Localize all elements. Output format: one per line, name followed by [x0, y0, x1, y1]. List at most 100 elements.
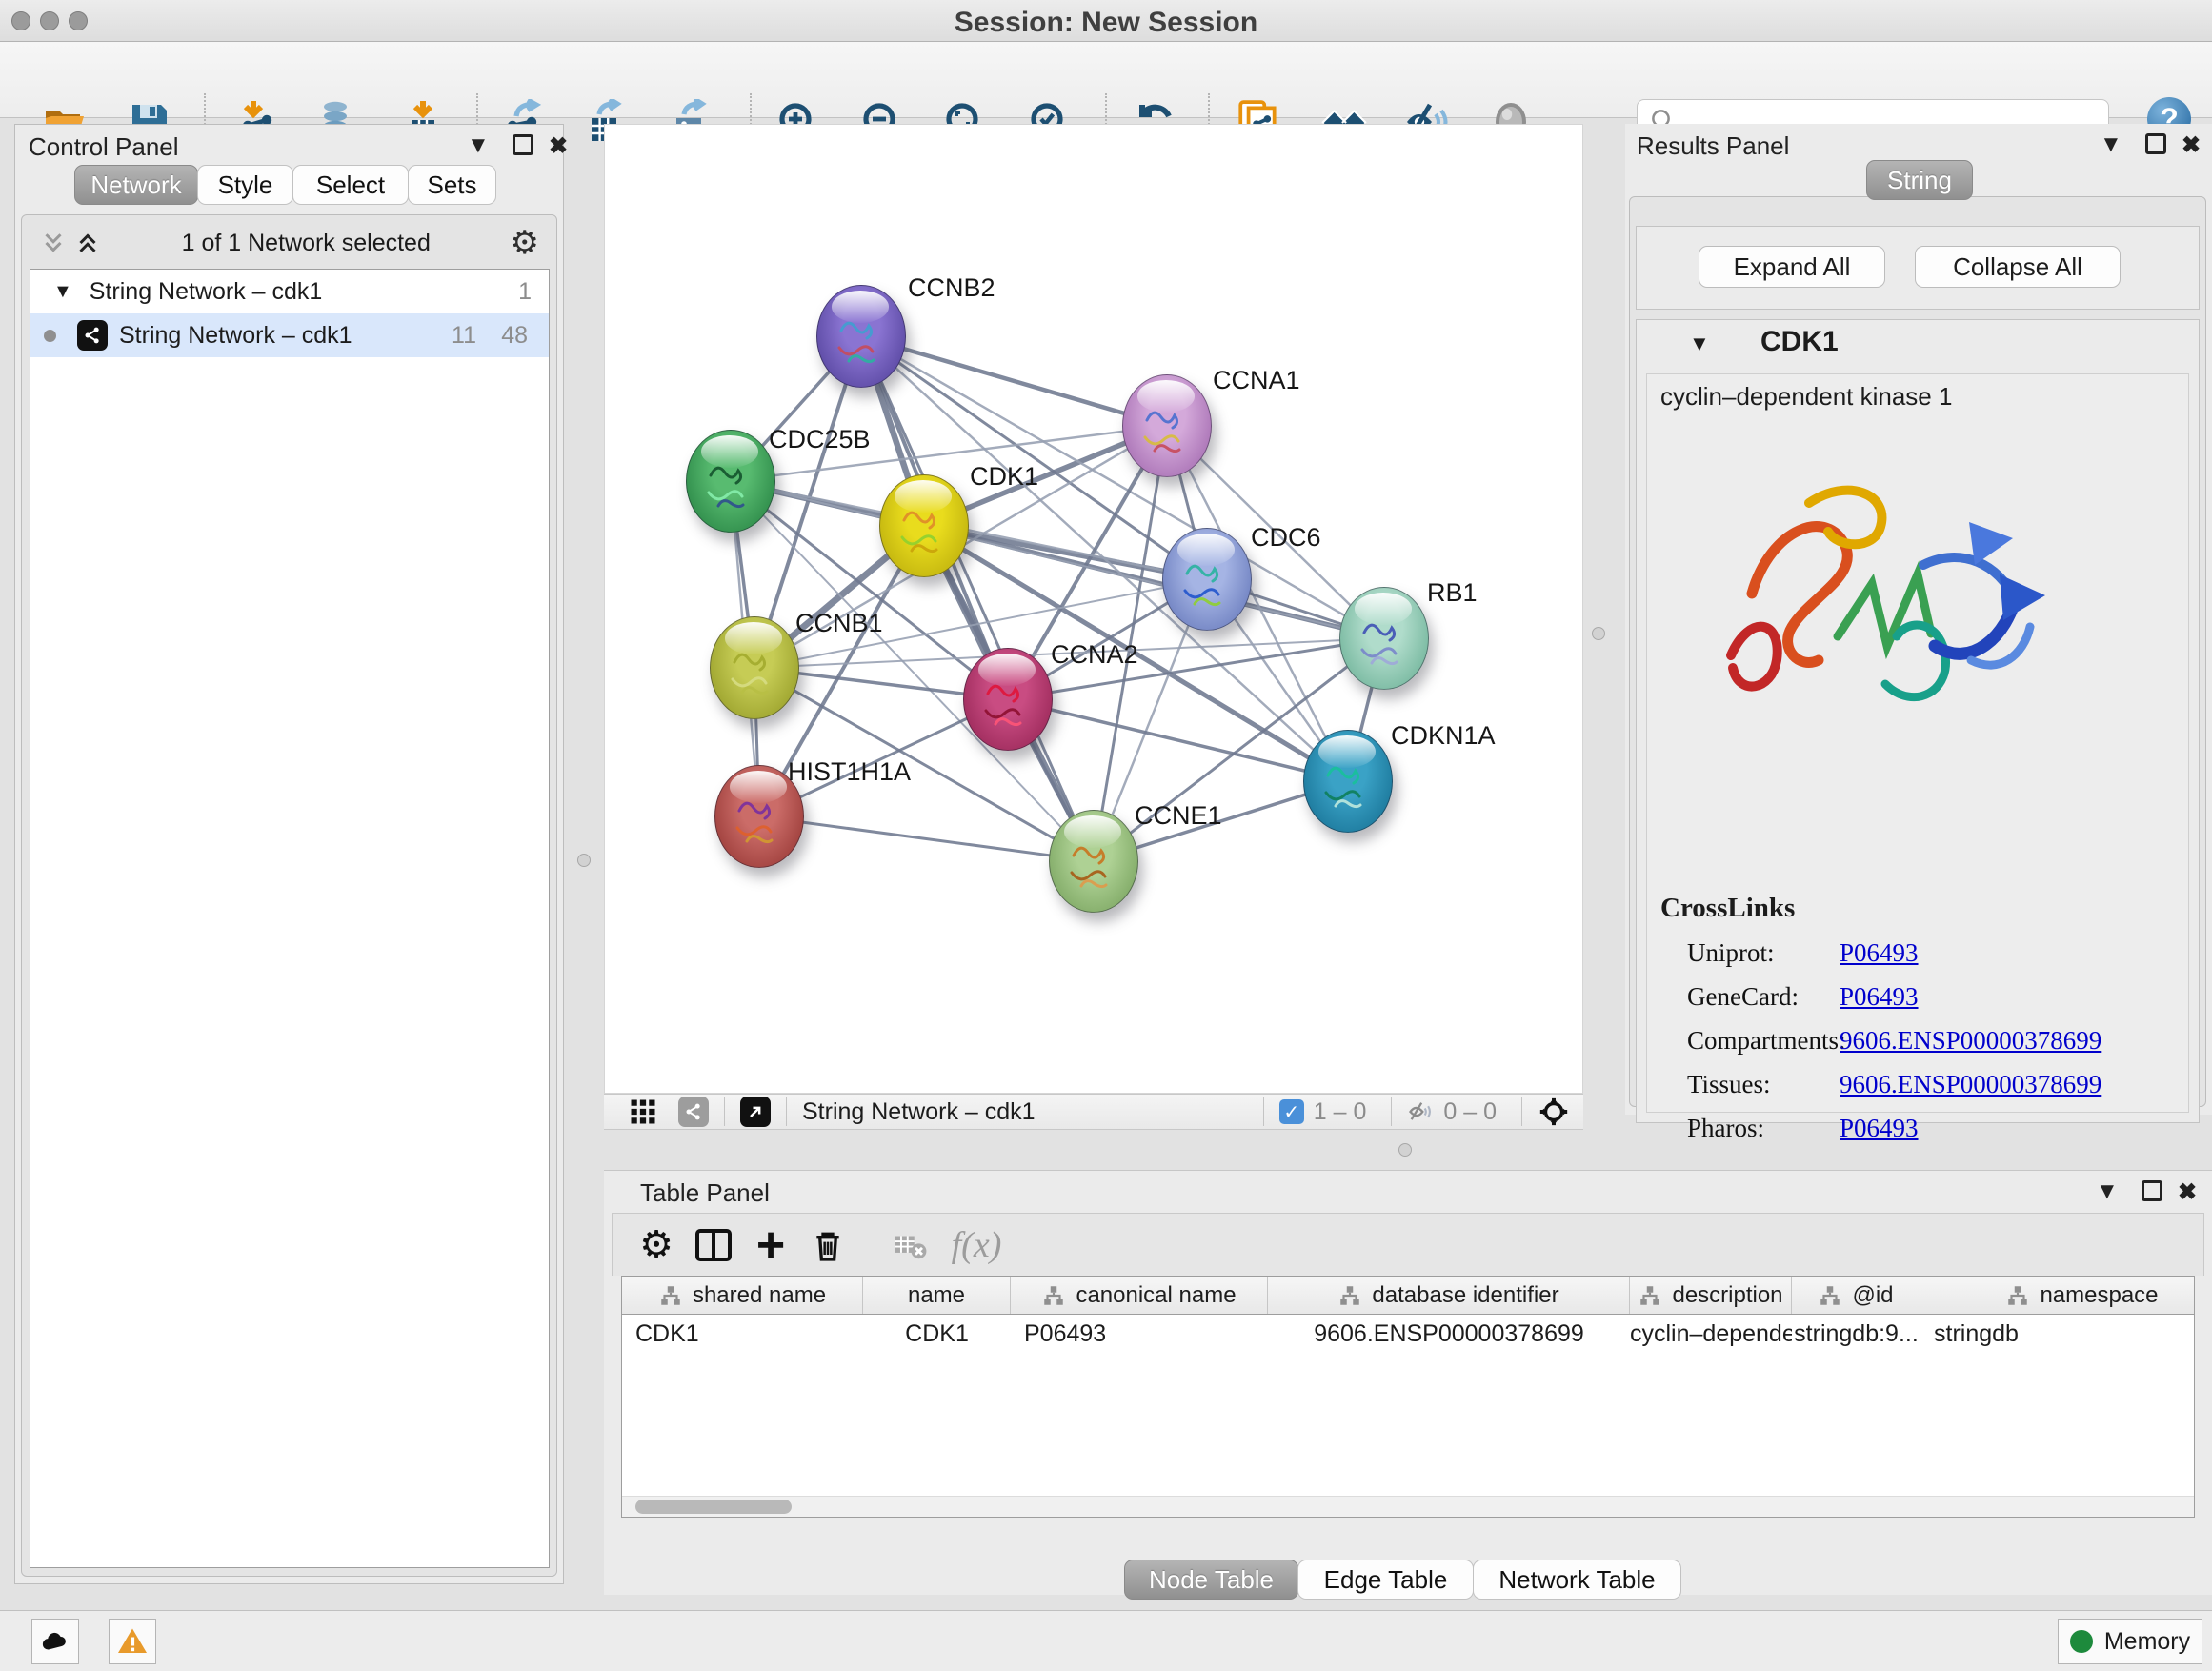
protein-structure-glyph: [699, 454, 764, 521]
protein-structure-glyph: [893, 499, 957, 566]
crosslink-link[interactable]: 9606.ENSP00000378699: [1840, 1026, 2101, 1056]
table-row[interactable]: CDK1CDK1P064939606.ENSP00000378699cyclin…: [622, 1315, 2194, 1353]
control-panel: Control Panel ▼ ✖ Network Style Select S…: [14, 124, 564, 1584]
float-panel-icon[interactable]: [513, 134, 533, 162]
crosslink-label: Pharos:: [1687, 1114, 1840, 1143]
column-header-canonical-name[interactable]: canonical name: [1011, 1277, 1268, 1314]
float-panel-icon[interactable]: [2142, 1180, 2162, 1208]
column-header-database-identifier[interactable]: database identifier: [1268, 1277, 1630, 1314]
table-cell[interactable]: stringdb:9...: [1792, 1320, 1920, 1348]
panel-menu-icon[interactable]: ▼: [2100, 131, 2122, 158]
section-expander-icon[interactable]: ▼: [1689, 332, 1710, 356]
network-node-ccnb1[interactable]: [710, 616, 799, 719]
network-type-icon: [77, 320, 108, 351]
crosslink-label: Uniprot:: [1687, 938, 1840, 968]
close-panel-icon[interactable]: ✖: [2182, 131, 2201, 159]
table-cell[interactable]: CDK1: [863, 1320, 1011, 1348]
memory-label: Memory: [2104, 1628, 2190, 1656]
network-row[interactable]: String Network – cdk1 11 48: [30, 313, 549, 357]
network-node-cdk1[interactable]: [879, 474, 969, 577]
crosslink-link[interactable]: P06493: [1840, 1114, 1919, 1143]
delete-column-icon[interactable]: [799, 1226, 856, 1264]
column-header-shared-name[interactable]: shared name: [622, 1277, 863, 1314]
bottom-splitter-handle[interactable]: [1398, 1143, 1412, 1157]
float-panel-icon[interactable]: [2145, 133, 2166, 161]
collapse-all-button[interactable]: Collapse All: [1915, 246, 2121, 288]
crosslink-link[interactable]: P06493: [1840, 982, 1919, 1012]
horizontal-scrollbar[interactable]: [622, 1496, 2194, 1517]
hidden-eye-slash-icon[interactable]: [1407, 1098, 1434, 1125]
cloud-status-button[interactable]: [31, 1619, 79, 1664]
show-columns-icon[interactable]: [685, 1229, 742, 1261]
table-cell[interactable]: CDK1: [622, 1320, 863, 1348]
node-table[interactable]: shared namename canonical name database …: [621, 1276, 2195, 1518]
title-bar: Session: New Session: [0, 0, 2212, 42]
network-node-ccna2[interactable]: [963, 648, 1053, 751]
close-panel-icon[interactable]: ✖: [549, 132, 568, 160]
protein-structure-image: [1685, 432, 2057, 803]
control-panel-tabs: Network Style Select Sets: [74, 165, 496, 205]
protein-structure-glyph: [1176, 553, 1240, 619]
panel-menu-icon[interactable]: ▼: [2096, 1178, 2119, 1205]
table-options-gear-icon[interactable]: ⚙: [628, 1223, 685, 1267]
crosslink-link[interactable]: 9606.ENSP00000378699: [1840, 1070, 2101, 1099]
network-share-icon[interactable]: [678, 1097, 709, 1127]
network-edge[interactable]: [861, 336, 1167, 426]
tab-edge-table[interactable]: Edge Table: [1297, 1560, 1474, 1600]
tab-select[interactable]: Select: [292, 165, 409, 205]
shared-column-icon: [658, 1283, 683, 1308]
grid-view-icon[interactable]: [629, 1097, 657, 1126]
control-panel-title: Control Panel: [29, 132, 179, 162]
tab-string[interactable]: String: [1866, 160, 1973, 200]
network-edge[interactable]: [759, 816, 1094, 861]
shared-column-icon: [1638, 1283, 1662, 1308]
column-header-namespace[interactable]: namespace: [1920, 1277, 2195, 1314]
table-cell[interactable]: stringdb: [1920, 1320, 2195, 1348]
birdseye-view-icon[interactable]: [740, 1097, 771, 1127]
tab-sets[interactable]: Sets: [408, 165, 496, 205]
left-splitter-handle[interactable]: [577, 854, 591, 867]
cdk1-section: ▼ CDK1 cyclin–dependent kinase 1: [1636, 319, 2200, 1123]
protein-structure-glyph: [723, 641, 788, 708]
warnings-button[interactable]: [109, 1619, 156, 1664]
collapse-all-icon[interactable]: [39, 229, 68, 257]
add-column-icon[interactable]: +: [742, 1217, 799, 1274]
tab-network[interactable]: Network: [74, 165, 198, 205]
network-node-count: 11: [452, 322, 476, 350]
network-canvas[interactable]: CCNB2 CCNA1 CDC25B CDK1 CDC6 RB1: [604, 124, 1583, 1094]
memory-button[interactable]: Memory: [2058, 1619, 2202, 1664]
column-header--id[interactable]: @id: [1792, 1277, 1920, 1314]
memory-status-dot-icon: [2070, 1630, 2093, 1653]
close-panel-icon[interactable]: ✖: [2178, 1178, 2197, 1206]
results-buttons-box: Expand All Collapse All: [1636, 226, 2200, 310]
tab-style[interactable]: Style: [197, 165, 293, 205]
tab-node-table[interactable]: Node Table: [1124, 1560, 1298, 1600]
crosslink-link[interactable]: P06493: [1840, 938, 1919, 968]
scrollbar-thumb[interactable]: [635, 1500, 792, 1514]
tab-network-table[interactable]: Network Table: [1473, 1560, 1681, 1600]
network-node-ccna1[interactable]: [1122, 374, 1212, 477]
fit-selection-crosshair-icon[interactable]: [1538, 1096, 1570, 1128]
table-cell[interactable]: cyclin–dependent ...: [1630, 1320, 1792, 1348]
network-node-rb1[interactable]: [1339, 587, 1429, 690]
network-node-cdc25b[interactable]: [686, 430, 775, 533]
selected-checkbox-icon[interactable]: ✓: [1279, 1099, 1304, 1124]
table-cell[interactable]: P06493: [1011, 1320, 1268, 1348]
network-node-ccnb2[interactable]: [816, 285, 906, 388]
right-splitter-handle[interactable]: [1592, 627, 1605, 640]
network-edge[interactable]: [1008, 699, 1348, 781]
expand-all-icon[interactable]: [73, 229, 102, 257]
network-node-cdkn1a[interactable]: [1303, 730, 1393, 833]
table-cell[interactable]: 9606.ENSP00000378699: [1268, 1320, 1630, 1348]
panel-menu-icon[interactable]: ▼: [467, 132, 490, 159]
network-options-gear-icon[interactable]: ⚙: [511, 227, 539, 259]
expand-all-button[interactable]: Expand All: [1699, 246, 1885, 288]
collection-expander-icon[interactable]: ▼: [53, 281, 72, 303]
section-body: cyclin–dependent kinase 1: [1646, 373, 2189, 1113]
network-node-cdc6[interactable]: [1162, 528, 1252, 631]
column-header-name[interactable]: name: [863, 1277, 1011, 1314]
network-node-ccne1[interactable]: [1049, 810, 1138, 913]
network-collection-row[interactable]: ▼ String Network – cdk1 1: [30, 270, 549, 313]
column-header-description[interactable]: description: [1630, 1277, 1792, 1314]
table-tabs: Node Table Edge Table Network Table: [1124, 1560, 1681, 1600]
